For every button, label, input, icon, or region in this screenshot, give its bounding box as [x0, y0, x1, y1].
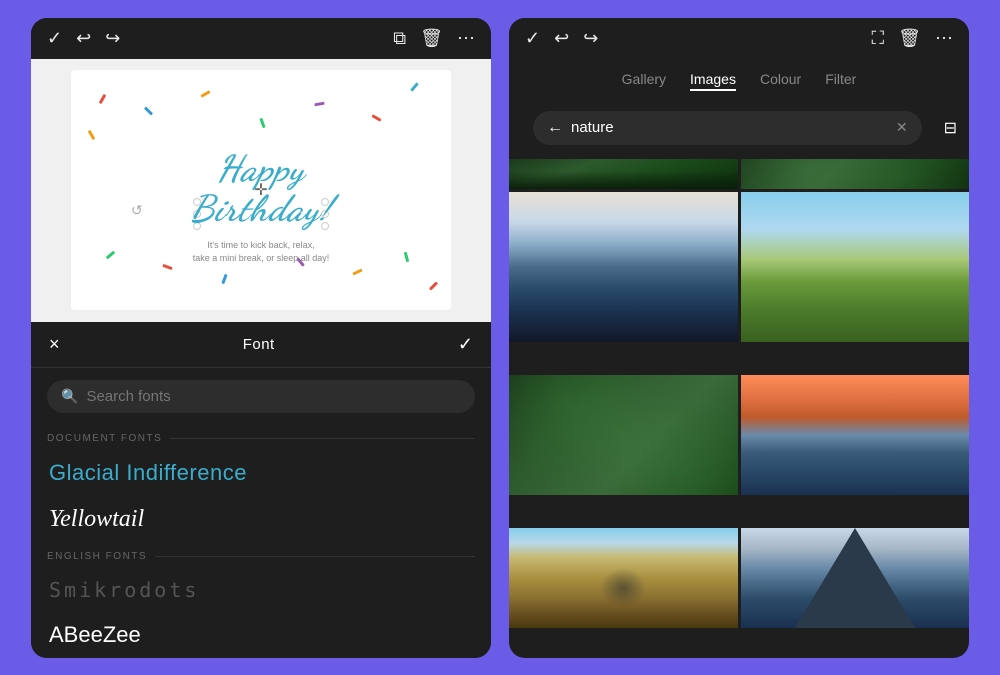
more-icon[interactable]: ⋯ [457, 28, 475, 49]
right-redo-icon[interactable]: ↪ [583, 28, 598, 49]
right-check-icon[interactable]: ✓ [525, 28, 540, 49]
english-fonts-label: ENGLISH FONTS [47, 551, 475, 562]
image-cell-volcano[interactable] [741, 528, 970, 628]
font-search-bar[interactable]: 🔍 [47, 380, 475, 413]
image-search-input[interactable] [571, 119, 888, 136]
right-crop-icon[interactable]: ⛶ [872, 28, 885, 49]
delete-icon[interactable]: 🗑 [420, 28, 443, 49]
image-cell-mountain[interactable] [509, 192, 738, 342]
font-item-abeezee[interactable]: ABeeZee [31, 612, 491, 658]
tab-images[interactable]: Images [690, 71, 736, 91]
right-more-icon[interactable]: ⋯ [935, 28, 953, 49]
back-arrow-icon[interactable]: ← [547, 119, 563, 137]
document-fonts-label: DOCUMENT FONTS [47, 433, 475, 444]
image-cell-forest[interactable] [509, 159, 738, 189]
tab-filter[interactable]: Filter [825, 71, 856, 91]
toolbar-left-group: ✓ ↩ ↪ [47, 28, 120, 49]
image-cell-river[interactable] [741, 375, 970, 495]
left-toolbar: ✓ ↩ ↪ ⧉ 🗑 ⋯ [31, 18, 491, 59]
font-search-input[interactable] [86, 388, 461, 405]
clear-search-icon[interactable]: ✕ [896, 119, 908, 136]
font-glacial-name: Glacial Indifference [49, 460, 473, 486]
image-cell-leaves[interactable] [741, 159, 970, 189]
right-tabs: Gallery Images Colour Filter [509, 59, 969, 103]
image-cell-autumn[interactable] [509, 528, 738, 628]
search-icon: 🔍 [61, 388, 78, 405]
font-abeezee-name: ABeeZee [49, 622, 473, 648]
check-icon[interactable]: ✓ [47, 28, 62, 49]
move-handle[interactable]: ✛ [254, 180, 267, 200]
font-panel-title: Font [243, 336, 275, 353]
font-panel-close-button[interactable]: × [49, 334, 60, 355]
copy-icon[interactable]: ⧉ [393, 28, 406, 49]
right-toolbar: ✓ ↩ ↪ ⛶ 🗑 ⋯ [509, 18, 969, 59]
right-search-bar[interactable]: ← ✕ [533, 111, 922, 145]
font-panel: × Font ✓ 🔍 DOCUMENT FONTS Glacial Indiff… [31, 322, 491, 658]
tab-colour[interactable]: Colour [760, 71, 801, 91]
right-search-row: ← ✕ ⊟ [509, 103, 969, 153]
right-panel: ✓ ↩ ↪ ⛶ 🗑 ⋯ Gallery Images Colour Filter… [509, 18, 969, 658]
filter-icon[interactable]: ⊟ [944, 118, 957, 138]
right-toolbar-right: ⛶ 🗑 ⋯ [872, 28, 953, 49]
right-toolbar-left: ✓ ↩ ↪ [525, 28, 598, 49]
toolbar-right-group: ⧉ 🗑 ⋯ [393, 28, 475, 49]
font-panel-confirm-button[interactable]: ✓ [458, 334, 473, 355]
canvas-area: Happy Birthday! ✛ ↺ It's time to kick ba… [31, 59, 491, 322]
card-subtitle: It's time to kick back, relax,take a min… [161, 239, 361, 266]
left-panel: ✓ ↩ ↪ ⧉ 🗑 ⋯ [31, 18, 491, 658]
image-cell-meadow[interactable] [741, 192, 970, 342]
font-smikrodots-name: Smikrodots [49, 578, 473, 602]
right-delete-icon[interactable]: 🗑 [898, 28, 921, 49]
birthday-card: Happy Birthday! ✛ ↺ It's time to kick ba… [71, 70, 451, 310]
redo-icon[interactable]: ↪ [105, 28, 120, 49]
font-panel-header: × Font ✓ [31, 322, 491, 368]
font-item-smikrodots[interactable]: Smikrodots [31, 568, 491, 612]
font-item-glacial[interactable]: Glacial Indifference [31, 450, 491, 496]
image-grid [509, 159, 969, 658]
font-yellowtail-name: Yellowtail [49, 506, 473, 533]
right-undo-icon[interactable]: ↩ [554, 28, 569, 49]
image-cell-clover[interactable] [509, 375, 738, 495]
font-item-yellowtail[interactable]: Yellowtail [31, 496, 491, 543]
rotation-handle[interactable]: ↺ [131, 202, 143, 219]
tab-gallery[interactable]: Gallery [622, 71, 666, 91]
undo-icon[interactable]: ↩ [76, 28, 91, 49]
